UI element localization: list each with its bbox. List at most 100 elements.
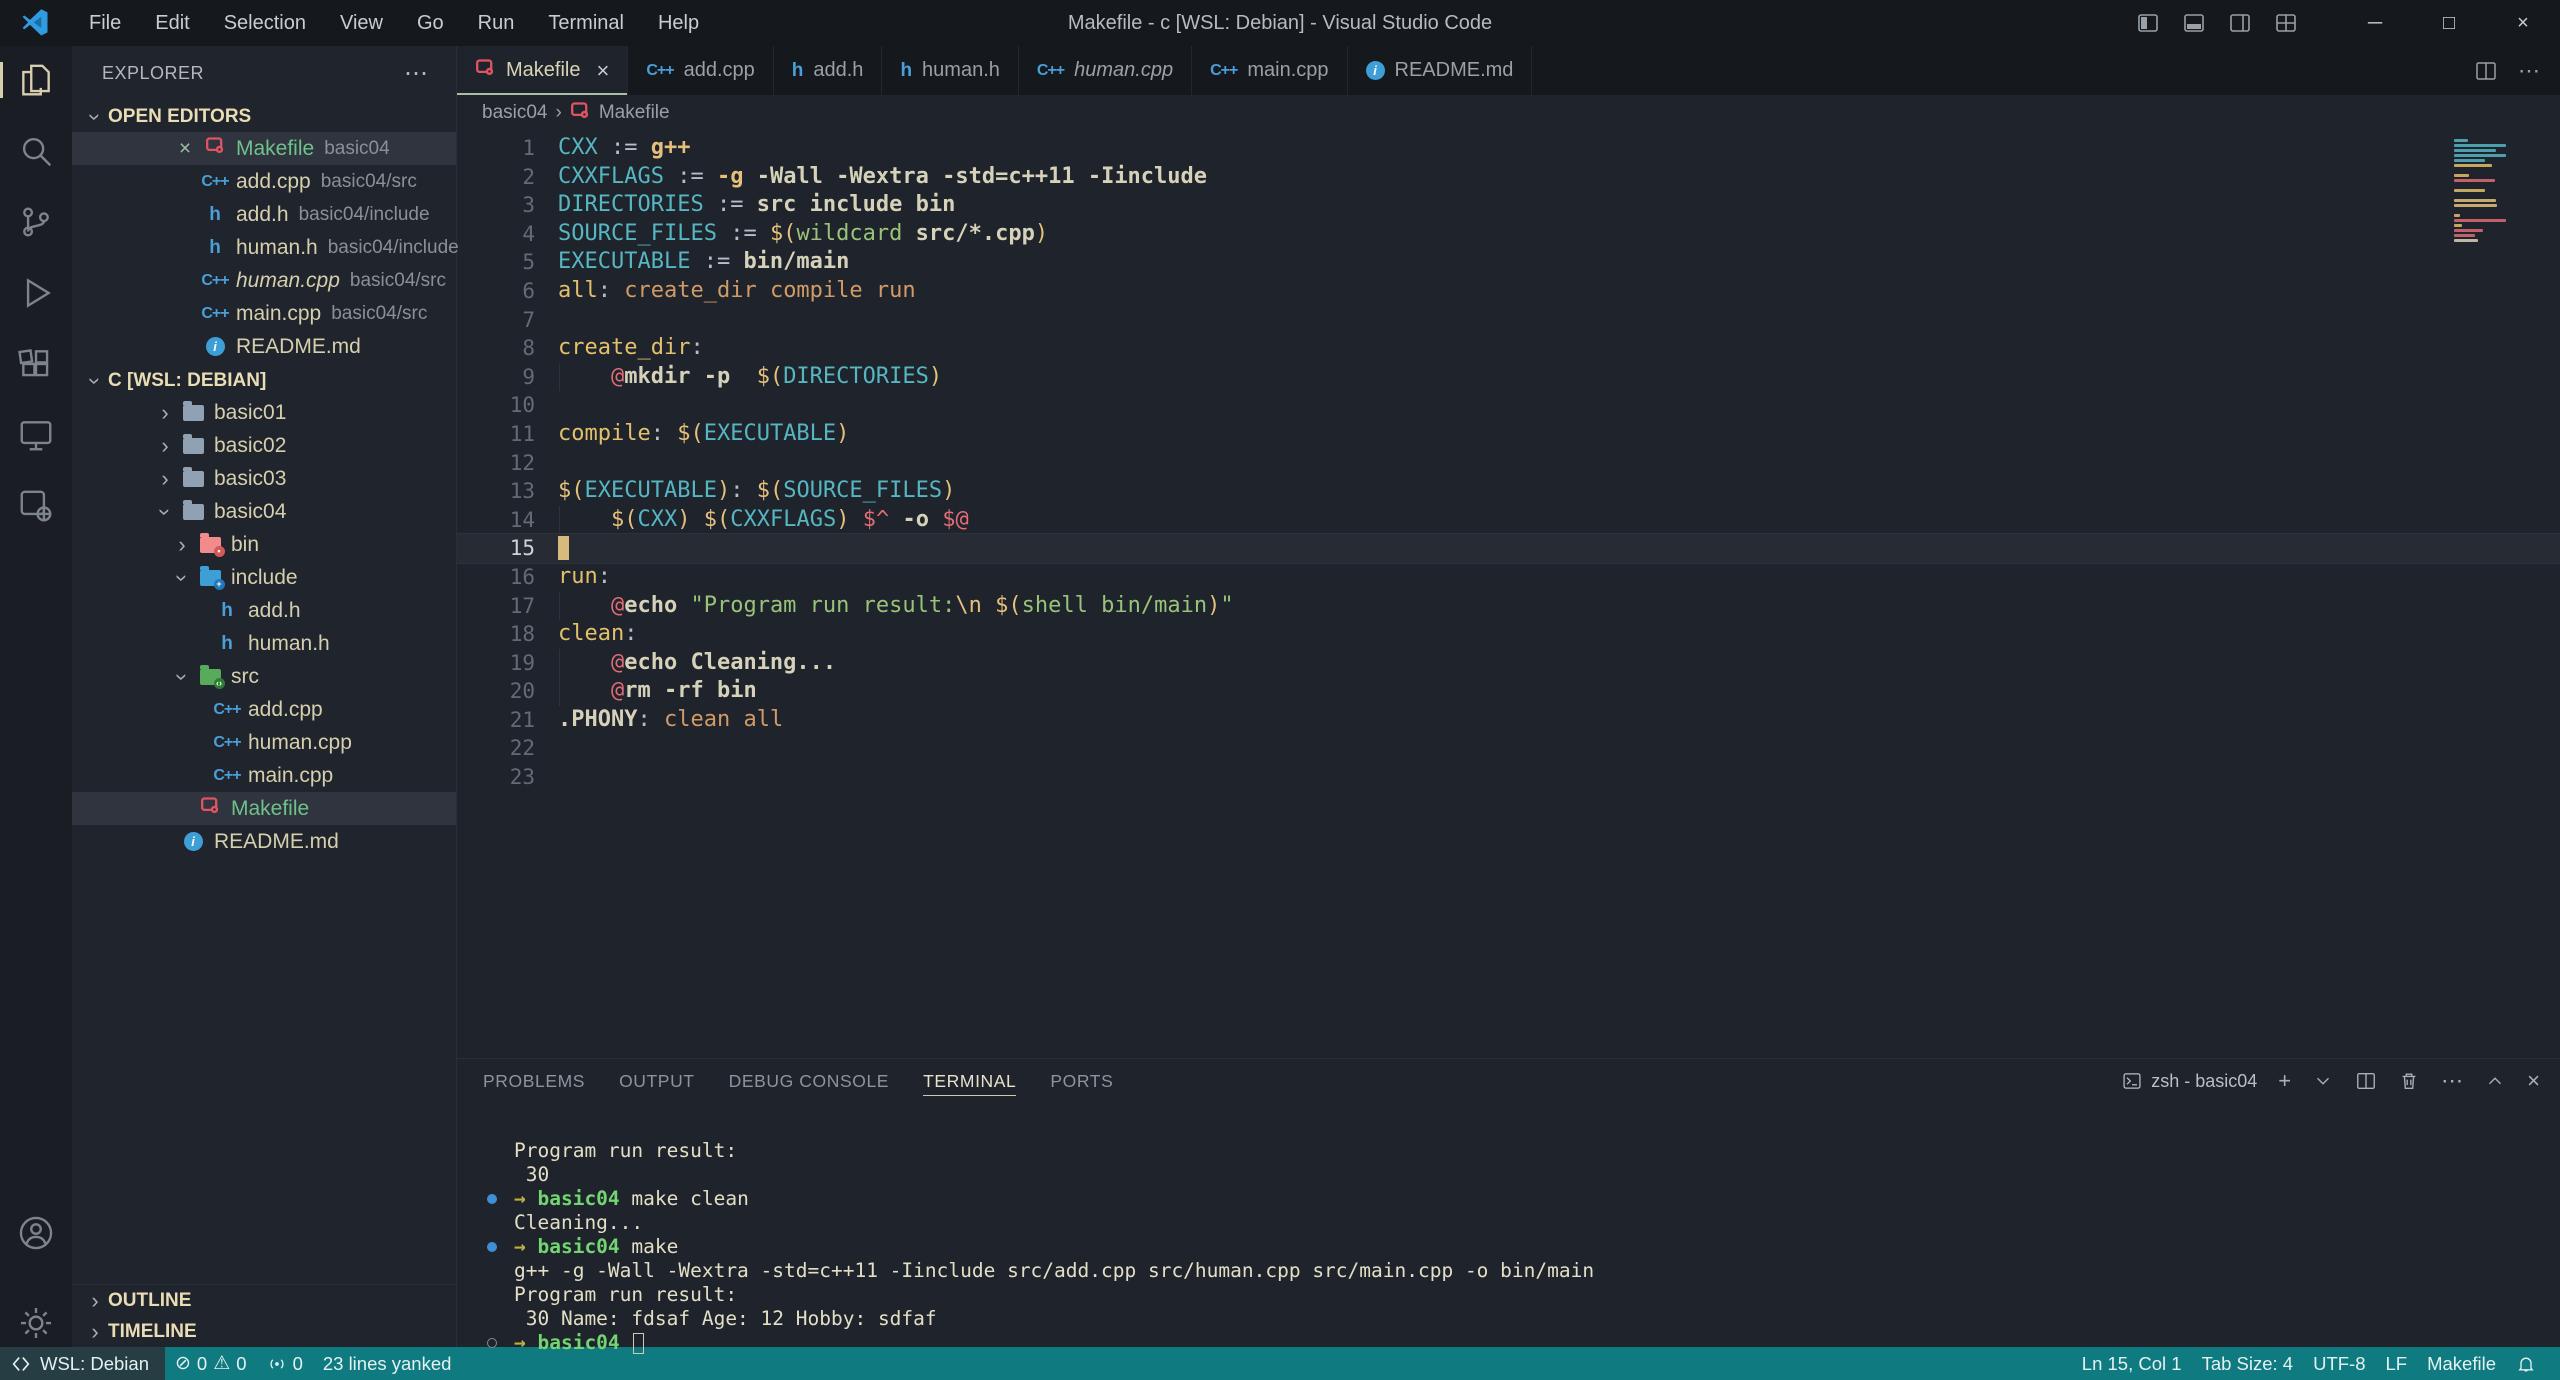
open-editor-human.cpp[interactable]: C++human.cppbasic04/src xyxy=(72,264,456,297)
open-editors-section[interactable]: › OPEN EDITORS xyxy=(72,101,456,132)
tab-main.cpp[interactable]: C++main.cpp xyxy=(1192,46,1347,95)
minimap[interactable] xyxy=(2454,139,2514,254)
tree-item-readme.md[interactable]: iREADME.md xyxy=(72,825,456,858)
close-panel-icon[interactable]: × xyxy=(2527,1070,2540,1092)
tree-item-human.cpp[interactable]: C++human.cpp xyxy=(72,726,456,759)
panel-more-actions-icon[interactable]: ⋯ xyxy=(2441,1070,2463,1092)
problems-indicator[interactable]: ⊘ 0 ⚠ 0 xyxy=(165,1347,257,1380)
accounts-icon[interactable] xyxy=(16,1213,56,1253)
maximize-panel-icon[interactable] xyxy=(2484,1070,2506,1092)
search-icon[interactable] xyxy=(16,131,56,171)
close-window-button[interactable]: × xyxy=(2486,0,2560,46)
editor-more-actions-icon[interactable]: ⋯ xyxy=(2518,60,2540,82)
code-line-11: 11compile: $(EXECUTABLE) xyxy=(457,420,2560,449)
tab-human.cpp[interactable]: C++human.cpp xyxy=(1019,46,1192,95)
panel-tab-problems[interactable]: PROBLEMS xyxy=(483,1059,585,1103)
tab-readme.md[interactable]: iREADME.md xyxy=(1348,46,1533,95)
chevron-right-icon: › xyxy=(152,466,178,492)
terminal-line: → basic04 xyxy=(487,1331,2560,1355)
cpp-file-icon: C++ xyxy=(1037,62,1064,80)
code-line-18: 18clean: xyxy=(457,620,2560,649)
tree-item-human.h[interactable]: hhuman.h xyxy=(72,627,456,660)
new-terminal-icon[interactable]: + xyxy=(2278,1070,2291,1092)
tree-item-main.cpp[interactable]: C++main.cpp xyxy=(72,759,456,792)
tree-item-bin[interactable]: ›▪bin xyxy=(72,528,456,561)
tree-item-basic03[interactable]: ›basic03 xyxy=(72,462,456,495)
tree-item-makefile[interactable]: Makefile xyxy=(72,792,456,825)
toggle-secondary-sidebar-icon[interactable] xyxy=(2228,11,2252,35)
panel-tab-terminal[interactable]: TERMINAL xyxy=(923,1059,1016,1103)
breadcrumb-folder[interactable]: basic04 xyxy=(482,102,548,124)
tree-item-src[interactable]: ›‹›src xyxy=(72,660,456,693)
menu-run[interactable]: Run xyxy=(461,6,532,40)
ports-indicator[interactable]: 0 xyxy=(257,1347,313,1380)
source-control-icon[interactable] xyxy=(16,202,56,242)
prompt-decoration-icon[interactable] xyxy=(487,1338,497,1348)
bell-icon xyxy=(2516,1354,2536,1374)
tree-item-basic01[interactable]: ›basic01 xyxy=(72,396,456,429)
line-number: 13 xyxy=(457,477,535,506)
remote-explorer-icon[interactable] xyxy=(16,415,56,455)
menu-terminal[interactable]: Terminal xyxy=(531,6,641,40)
menu-selection[interactable]: Selection xyxy=(207,6,323,40)
close-editor-icon[interactable]: × xyxy=(170,137,200,161)
terminal-dropdown-icon[interactable] xyxy=(2312,1070,2334,1092)
command-decoration-icon[interactable] xyxy=(487,1242,497,1252)
close-tab-icon[interactable]: × xyxy=(596,58,609,84)
menu-go[interactable]: Go xyxy=(400,6,461,40)
customize-layout-icon[interactable] xyxy=(2274,11,2298,35)
remote-indicator[interactable]: WSL: Debian xyxy=(0,1347,165,1380)
command-decoration-icon[interactable] xyxy=(487,1194,497,1204)
menu-file[interactable]: File xyxy=(72,6,138,40)
tab-makefile[interactable]: Makefile× xyxy=(457,46,628,95)
warnings-icon: ⚠ xyxy=(213,1352,230,1375)
maximize-button[interactable]: □ xyxy=(2412,0,2486,46)
explorer-icon[interactable] xyxy=(16,60,56,100)
outline-section[interactable]: › OUTLINE xyxy=(72,1285,456,1316)
open-editor-main.cpp[interactable]: C++main.cppbasic04/src xyxy=(72,297,456,330)
settings-gear-icon[interactable] xyxy=(16,1303,56,1343)
menu-edit[interactable]: Edit xyxy=(138,6,206,40)
panel-tab-output[interactable]: OUTPUT xyxy=(619,1059,695,1103)
toggle-sidebar-icon[interactable] xyxy=(2136,11,2160,35)
toggle-panel-icon[interactable] xyxy=(2182,11,2206,35)
split-editor-icon[interactable] xyxy=(2474,59,2498,83)
run-debug-icon[interactable] xyxy=(16,273,56,313)
open-editor-add.h[interactable]: hadd.hbasic04/include xyxy=(72,198,456,231)
terminal-output[interactable]: Program run result: 30→ basic04 make cle… xyxy=(457,1103,2560,1355)
tree-item-basic02[interactable]: ›basic02 xyxy=(72,429,456,462)
tree-item-include[interactable]: ›+include xyxy=(72,561,456,594)
makefile-tools-icon[interactable] xyxy=(16,486,56,526)
terminal-line: → basic04 make xyxy=(487,1235,2560,1259)
breadcrumb[interactable]: basic04 › Makefile xyxy=(457,95,2560,131)
chevron-down-icon: › xyxy=(82,368,108,394)
tab-add.cpp[interactable]: C++add.cpp xyxy=(628,46,773,95)
tab-add.h[interactable]: hadd.h xyxy=(774,46,883,95)
tree-item-basic04[interactable]: ›basic04 xyxy=(72,495,456,528)
open-editor-human.h[interactable]: hhuman.hbasic04/include xyxy=(72,231,456,264)
open-editor-readme.md[interactable]: iREADME.md xyxy=(72,330,456,363)
timeline-section[interactable]: › TIMELINE xyxy=(72,1316,456,1347)
terminal-instance-label[interactable]: zsh - basic04 xyxy=(2122,1071,2257,1092)
workspace-section[interactable]: › C [WSL: DEBIAN] xyxy=(72,365,456,396)
panel-tab-ports[interactable]: PORTS xyxy=(1050,1059,1113,1103)
panel-tab-debug-console[interactable]: DEBUG CONSOLE xyxy=(729,1059,889,1103)
code-editor[interactable]: 1CXX := g++2CXXFLAGS := -g -Wall -Wextra… xyxy=(457,131,2560,1058)
minimize-button[interactable]: ─ xyxy=(2338,0,2412,46)
cpp-file-icon: C++ xyxy=(200,305,230,323)
kill-terminal-icon[interactable] xyxy=(2398,1070,2420,1092)
menu-help[interactable]: Help xyxy=(641,6,716,40)
tree-item-add.h[interactable]: hadd.h xyxy=(72,594,456,627)
tree-item-add.cpp[interactable]: C++add.cpp xyxy=(72,693,456,726)
line-number: 23 xyxy=(457,763,535,792)
explorer-more-actions-icon[interactable]: ⋯ xyxy=(404,59,430,88)
extensions-icon[interactable] xyxy=(16,344,56,384)
tab-human.h[interactable]: hhuman.h xyxy=(882,46,1018,95)
open-editor-add.cpp[interactable]: C++add.cppbasic04/src xyxy=(72,165,456,198)
open-editor-makefile[interactable]: ×Makefilebasic04 xyxy=(72,132,456,165)
terminal-line: 30 Name: fdsaf Age: 12 Hobby: sdfaf xyxy=(487,1307,2560,1331)
menu-view[interactable]: View xyxy=(323,6,400,40)
folder-icon xyxy=(178,471,208,487)
split-terminal-icon[interactable] xyxy=(2355,1070,2377,1092)
breadcrumb-file[interactable]: Makefile xyxy=(599,102,670,124)
